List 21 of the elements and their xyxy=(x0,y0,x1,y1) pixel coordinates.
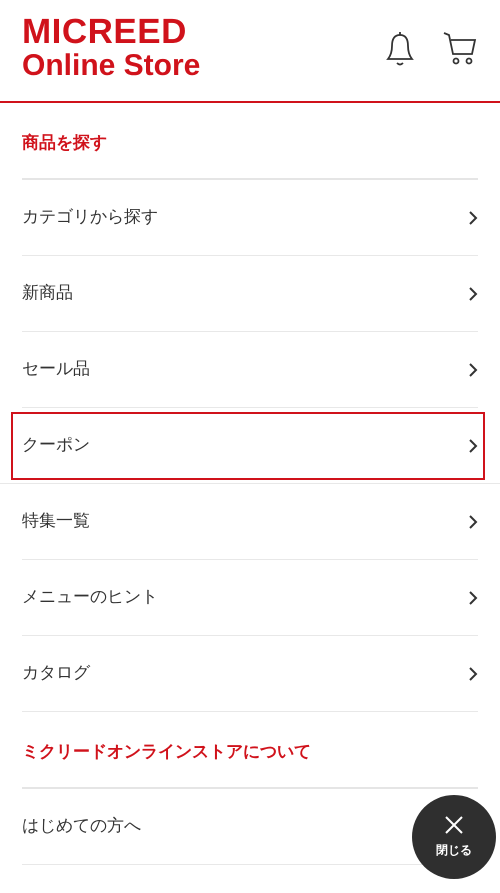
chevron-right-icon xyxy=(468,666,478,682)
close-icon xyxy=(444,815,464,835)
chevron-right-icon xyxy=(468,210,478,226)
section-heading: 商品を探す xyxy=(22,132,107,155)
chevron-right-icon xyxy=(468,514,478,530)
chevron-right-icon xyxy=(468,362,478,378)
menu-item[interactable]: はじめての方へ xyxy=(22,814,141,840)
menu-item[interactable]: 新商品 xyxy=(22,256,478,332)
menu-item[interactable]: カタログ xyxy=(22,636,478,712)
menu-item[interactable]: カテゴリから探す xyxy=(22,180,478,256)
chevron-right-icon xyxy=(468,286,478,302)
menu-item[interactable]: クーポン xyxy=(13,414,483,478)
chevron-right-icon xyxy=(468,590,478,606)
menu-item[interactable]: メニューのヒント xyxy=(22,560,478,636)
section-heading: ミクリードオンラインストアについて xyxy=(22,740,311,764)
logo-text[interactable]: MICREED xyxy=(22,14,200,49)
logo-text[interactable]: Online Store xyxy=(22,51,200,81)
chevron-right-icon xyxy=(468,438,478,454)
close-button[interactable]: 閉じる xyxy=(412,795,496,879)
menu-item[interactable]: 特集一覧 xyxy=(22,484,478,560)
menu-item[interactable]: セール品 xyxy=(22,332,478,408)
